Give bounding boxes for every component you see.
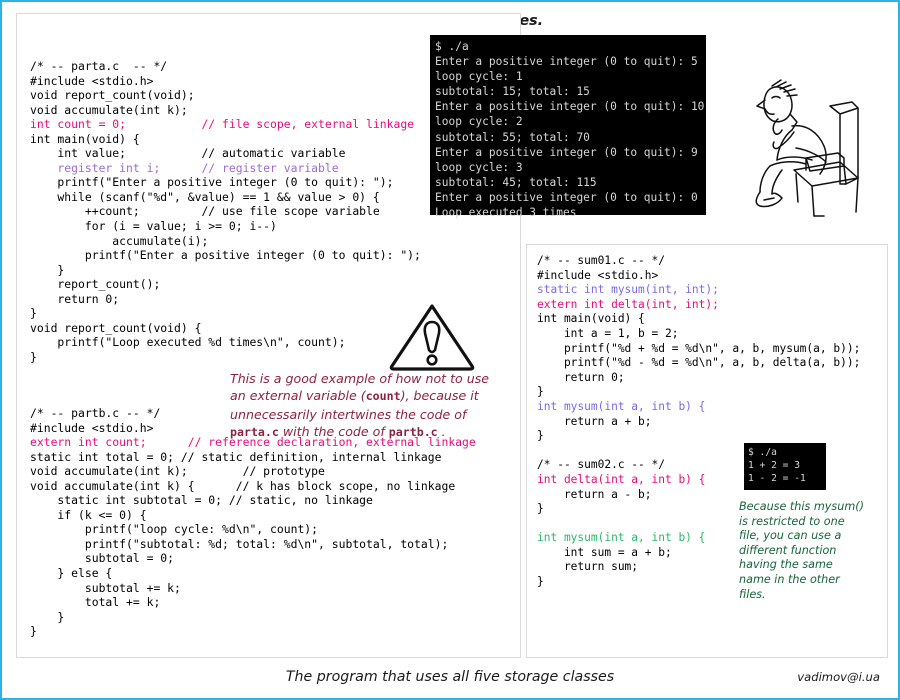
terminal-line: loop cycle: 3 [435, 160, 523, 174]
code-line: /* -- parta.c -- */ [30, 59, 168, 73]
code-line: void report_count(void) { [30, 320, 202, 335]
code-line: } else { [30, 566, 113, 581]
terminal-line: Enter a positive integer (0 to quit): 10 [435, 100, 705, 114]
note-red-part3: with the code of [278, 423, 389, 439]
code-line: subtotal += k; [30, 580, 181, 595]
code-line: return 0; [537, 370, 625, 384]
terminal-line: Enter a positive integer (0 to quit): 5 [435, 55, 698, 69]
terminal-line: Loop executed 3 times [435, 206, 577, 220]
terminal-output-main: $ ./a Enter a positive integer (0 to qui… [430, 35, 706, 219]
code-line: if (k <= 0) { [30, 507, 147, 522]
note-red-part4: . [437, 423, 446, 439]
code-line: printf("%d - %d = %d\n", a, b, delta(a, … [537, 356, 861, 370]
note-red-bold-parta: parta.c [230, 424, 279, 439]
code-line: printf("Enter a positive integer (0 to q… [30, 175, 394, 190]
code-line: #include <stdio.h> [30, 420, 154, 435]
code-line: #include <stdio.h> [30, 73, 154, 88]
code-line: } [30, 262, 65, 277]
terminal-line: loop cycle: 1 [435, 70, 523, 84]
code-line: for (i = value; i >= 0; i--) [30, 219, 277, 234]
note-red-bold-partb: partb.c [388, 424, 438, 439]
code-line: printf("Enter a positive integer (0 to q… [30, 248, 421, 263]
code-line: int delta(int a, int b) { [537, 472, 706, 486]
code-line: register int i; // register variable [30, 160, 339, 175]
code-line: total += k; [30, 595, 161, 610]
code-line: } [537, 385, 544, 399]
terminal-line: loop cycle: 2 [435, 115, 523, 129]
footer-email: vadimov@i.ua [797, 670, 880, 684]
code-line: void accumulate(int k); [30, 102, 188, 117]
terminal-line: 1 + 2 = 3 [748, 460, 800, 472]
seated-thinking-man-illustration [734, 74, 886, 222]
terminal-line: Enter a positive integer (0 to quit): 0 [435, 190, 698, 204]
code-line: static int mysum(int, int); [537, 283, 719, 297]
slide-page: Example 13.0. Short program that uses al… [0, 0, 900, 700]
terminal-line: subtotal: 45; total: 115 [435, 175, 597, 189]
code-line: printf("subtotal: %d; total: %d\n", subt… [30, 536, 449, 551]
code-line: } [30, 624, 37, 639]
code-line: subtotal = 0; [30, 551, 175, 566]
code-block-parta: /* -- parta.c -- */ #include <stdio.h> v… [30, 59, 421, 364]
code-line: /* -- sum02.c -- */ [537, 458, 665, 472]
code-line: int main(void) { [537, 312, 645, 326]
note-red-bold-count: count [365, 389, 401, 404]
code-line: printf("%d + %d = %d\n", a, b, mysum(a, … [537, 341, 861, 355]
code-line: int sum = a + b; [537, 545, 672, 559]
code-line: } [537, 502, 544, 516]
code-line: void accumulate(int k) { // k has block … [30, 478, 456, 493]
code-line: static int subtotal = 0; // static, no l… [30, 493, 373, 508]
code-line: int mysum(int a, int b) { [537, 399, 706, 413]
code-line: int a = 1, b = 2; [537, 326, 679, 340]
code-line: #include <stdio.h> [537, 268, 659, 282]
warning-triangle-icon [386, 300, 478, 372]
code-line: extern int delta(int, int); [537, 297, 719, 311]
terminal-line: $ ./a [435, 40, 469, 53]
code-line: printf("Loop executed %d times\n", count… [30, 335, 346, 350]
terminal-line: subtotal: 55; total: 70 [435, 130, 590, 144]
code-line: int value; // automatic variable [30, 146, 346, 161]
code-line: return sum; [537, 560, 639, 574]
terminal-line: $ ./a [748, 447, 777, 458]
code-line: } [30, 306, 37, 321]
terminal-line: subtotal: 15; total: 15 [435, 85, 590, 99]
footer-title: The program that uses all five storage c… [285, 669, 615, 685]
code-line: while (scanf("%d", &value) == 1 && value… [30, 189, 380, 204]
code-line: /* -- partb.c -- */ [30, 406, 161, 420]
terminal-output-small: $ ./a 1 + 2 = 3 1 - 2 = -1 [744, 443, 826, 490]
mysum-note-text: Because this mysum() is restricted to on… [739, 500, 864, 601]
code-line: void accumulate(int k); // prototype [30, 464, 325, 479]
code-line: } [30, 349, 37, 364]
terminal-line: Enter a positive integer (0 to quit): 9 [435, 145, 698, 159]
code-line: printf("loop cycle: %d\n", count); [30, 522, 319, 537]
code-line: /* -- sum01.c -- */ [537, 254, 665, 267]
code-line: int count = 0; // file scope, external l… [30, 117, 415, 132]
code-line: ++count; // use file scope variable [30, 204, 380, 219]
code-line: void report_count(void); [30, 88, 195, 103]
code-line: report_count(); [30, 277, 161, 292]
code-line: accumulate(i); [30, 233, 209, 248]
code-line: int mysum(int a, int b) { [537, 531, 706, 545]
warning-note-text: This is a good example of how not to use… [230, 370, 496, 441]
code-line: static int total = 0; // static definiti… [30, 449, 442, 464]
code-line: return a + b; [537, 414, 652, 428]
code-line: } [537, 575, 544, 589]
code-line: return 0; [30, 291, 120, 306]
terminal-line: 1 - 2 = -1 [748, 473, 806, 485]
code-line: return a - b; [537, 487, 652, 501]
code-line: } [537, 429, 544, 443]
code-line: } [30, 609, 65, 624]
code-line: int main(void) { [30, 131, 140, 146]
